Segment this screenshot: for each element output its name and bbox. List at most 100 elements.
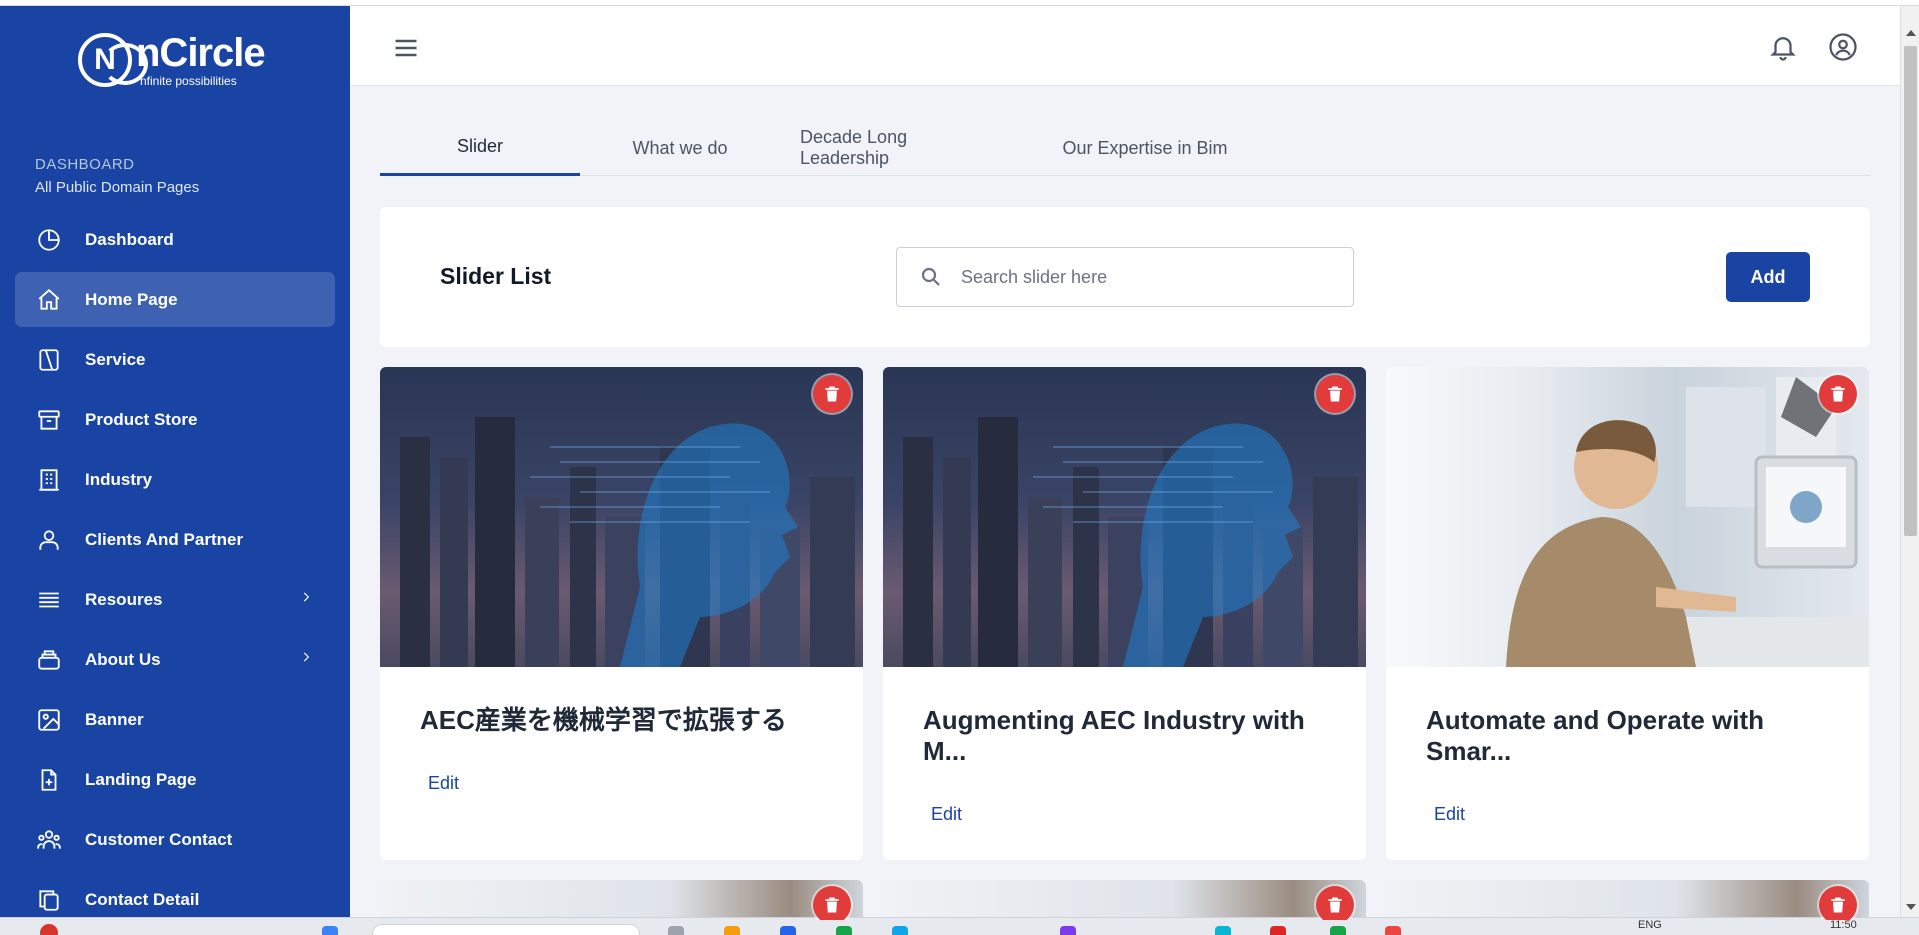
- sidebar-item-industry[interactable]: Industry: [15, 452, 335, 507]
- sidebar-item-product-store[interactable]: Product Store: [15, 392, 335, 447]
- bell-icon[interactable]: [1768, 32, 1798, 62]
- slider-list-header: Slider List Add: [380, 207, 1870, 347]
- slider-image: [883, 880, 1366, 920]
- home-icon: [35, 286, 63, 314]
- sidebar-item-label: Landing Page: [85, 769, 197, 789]
- sidebar-item-label: Banner: [85, 709, 144, 729]
- sidebar-nav: Dashboard Home Page Service Product Stor…: [15, 212, 335, 917]
- sidebar-item-customer-contact[interactable]: Customer Contact: [15, 812, 335, 867]
- taskbar-app-icon[interactable]: [724, 926, 740, 935]
- scroll-thumb[interactable]: [1904, 46, 1917, 536]
- delete-button[interactable]: [813, 375, 851, 413]
- slider-card: Automate and Operate with Smar... Edit: [1386, 367, 1869, 860]
- taskbar-clock[interactable]: 11:50: [1830, 919, 1857, 931]
- chevron-right-icon: [299, 590, 313, 609]
- taskbar-language[interactable]: ENG: [1638, 919, 1662, 931]
- scroll-down-arrow-icon[interactable]: [1906, 904, 1916, 910]
- slider-card-partial: [380, 880, 863, 920]
- taskbar-app-icon[interactable]: [836, 926, 852, 935]
- edit-link[interactable]: Edit: [1434, 804, 1465, 825]
- tab-what-we-do[interactable]: What we do: [580, 120, 780, 176]
- group-icon: [35, 826, 63, 854]
- os-taskbar: ENG 11:50: [0, 917, 1919, 935]
- sidebar-item-landing-page[interactable]: Landing Page: [15, 752, 335, 807]
- edit-link[interactable]: Edit: [428, 773, 459, 794]
- scroll-up-arrow-icon[interactable]: [1906, 30, 1916, 36]
- sidebar-item-label: Service: [85, 349, 146, 369]
- sidebar: N nCircle nfinite possibilities DASHBOAR…: [0, 6, 350, 917]
- slider-card-title: AEC産業を機械学習で拡張する: [420, 705, 787, 735]
- taskbar-app-icon[interactable]: [892, 926, 908, 935]
- slider-image: [1386, 367, 1869, 667]
- sidebar-item-contact-detail[interactable]: Contact Detail: [15, 872, 335, 917]
- slider-image: [380, 367, 863, 667]
- image-icon: [35, 706, 63, 734]
- sidebar-item-resoures[interactable]: Resoures: [15, 572, 335, 627]
- tab-decade-long-leadership[interactable]: Decade Long Leadership: [780, 120, 1010, 176]
- taskbar-app-icon[interactable]: [40, 924, 58, 935]
- sidebar-item-dashboard[interactable]: Dashboard: [15, 212, 335, 267]
- edit-link[interactable]: Edit: [931, 804, 962, 825]
- search-box: [896, 247, 1354, 307]
- search-input[interactable]: [961, 266, 1341, 288]
- trash-icon: [825, 897, 839, 913]
- service-icon: [35, 346, 63, 374]
- list-icon: [35, 586, 63, 614]
- taskbar-app-icon[interactable]: [322, 926, 338, 935]
- top-header: [350, 6, 1900, 86]
- delete-button[interactable]: [1316, 375, 1354, 413]
- taskbar-search[interactable]: [372, 924, 640, 935]
- delete-button[interactable]: [1819, 375, 1857, 413]
- city-skyline-illustration: [903, 417, 1358, 667]
- brand-logo[interactable]: N nCircle nfinite possibilities: [78, 30, 278, 90]
- slider-card-title: Automate and Operate with Smar...: [1426, 705, 1765, 767]
- taskbar-app-icon[interactable]: [1330, 926, 1346, 935]
- brand-name: nCircle: [136, 31, 266, 75]
- sidebar-item-home-page[interactable]: Home Page: [15, 272, 335, 327]
- tab-our-expertise-in-bim[interactable]: Our Expertise in Bim: [1010, 120, 1280, 176]
- trash-icon: [825, 386, 839, 402]
- taskbar-app-icon[interactable]: [1385, 926, 1401, 935]
- office-man-illustration: [1506, 377, 1869, 667]
- page-scrollbar[interactable]: [1900, 6, 1919, 917]
- stack-icon: [35, 646, 63, 674]
- city-skyline-illustration: [400, 417, 855, 667]
- trash-icon: [1831, 897, 1845, 913]
- hamburger-icon[interactable]: [392, 34, 420, 62]
- taskbar-app-icon[interactable]: [780, 926, 796, 935]
- sidebar-section-subtitle: All Public Domain Pages: [35, 179, 200, 196]
- users-icon: [35, 526, 63, 554]
- file-plus-icon: [35, 766, 63, 794]
- sidebar-item-about-us[interactable]: About Us: [15, 632, 335, 687]
- sidebar-item-label: Home Page: [85, 289, 178, 309]
- slider-image: [380, 880, 863, 920]
- delete-button[interactable]: [1819, 886, 1857, 920]
- sidebar-item-label: Industry: [85, 469, 153, 489]
- search-icon: [919, 265, 943, 289]
- sidebar-section: DASHBOARD All Public Domain Pages: [35, 156, 199, 196]
- delete-button[interactable]: [813, 886, 851, 920]
- taskbar-app-icon[interactable]: [668, 926, 684, 935]
- slider-image: [883, 367, 1366, 667]
- sidebar-item-label: Customer Contact: [85, 829, 233, 849]
- slider-card-partial: [1386, 880, 1869, 920]
- slider-image: [1386, 880, 1869, 920]
- sidebar-item-label: Dashboard: [85, 229, 174, 249]
- sidebar-item-label: Product Store: [85, 409, 198, 429]
- sidebar-item-label: Resoures: [85, 589, 163, 609]
- taskbar-app-icon[interactable]: [1270, 926, 1286, 935]
- trash-icon: [1328, 897, 1342, 913]
- user-circle-icon[interactable]: [1828, 32, 1858, 62]
- trash-icon: [1328, 386, 1342, 402]
- taskbar-app-icon[interactable]: [1060, 926, 1076, 935]
- taskbar-app-icon[interactable]: [1215, 926, 1231, 935]
- delete-button[interactable]: [1316, 886, 1354, 920]
- page-title: Slider List: [440, 263, 552, 289]
- add-button[interactable]: Add: [1726, 252, 1810, 302]
- sidebar-item-service[interactable]: Service: [15, 332, 335, 387]
- tab-slider[interactable]: Slider: [380, 120, 580, 176]
- sidebar-item-label: About Us: [85, 649, 161, 669]
- pie-chart-icon: [35, 226, 63, 254]
- sidebar-item-banner[interactable]: Banner: [15, 692, 335, 747]
- sidebar-item-clients-and-partner[interactable]: Clients And Partner: [15, 512, 335, 567]
